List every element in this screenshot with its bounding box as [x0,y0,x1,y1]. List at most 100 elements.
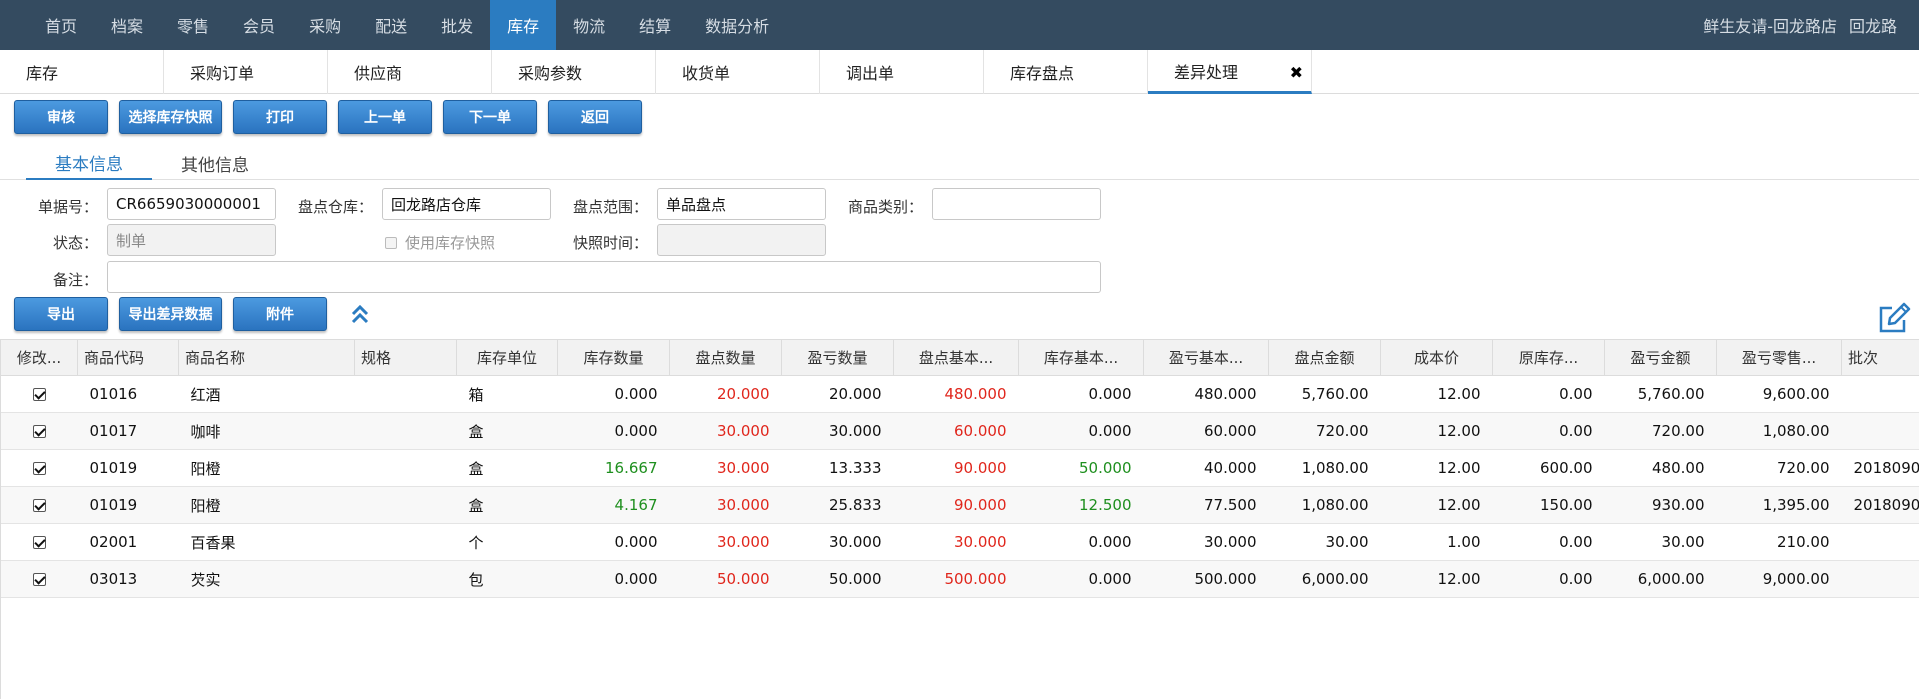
cell-diff-amt: 930.00 [1604,486,1717,524]
remark-field[interactable] [107,261,1101,293]
col-header-count-qty[interactable]: 盘点数量 [669,339,782,376]
store-name[interactable]: 回龙路 [1849,13,1897,37]
row-checkbox[interactable] [32,535,46,549]
nav-item-archive[interactable]: 档案 [94,0,160,50]
cell-count-base: 90.000 [893,486,1019,524]
table-row[interactable]: 01019 阳橙 盒 4.167 30.000 25.833 90.000 12.500 77.… [0,486,1919,524]
row-checkbox[interactable] [32,387,46,401]
tab-supplier[interactable]: 供应商 [328,50,492,94]
category-field[interactable] [932,188,1101,220]
col-header-diff-qty[interactable]: 盈亏数量 [781,339,894,376]
next-button[interactable]: 下一单 [443,100,537,134]
cell-name: 芡实 [178,560,355,598]
subtab-basic-info[interactable]: 基本信息 [26,146,152,180]
nav-item-wholesale[interactable]: 批发 [424,0,490,50]
remark-label: 备注： [52,271,98,289]
chevron-up-double-icon[interactable] [349,303,371,325]
tab-inventory[interactable]: 库存 [0,50,164,94]
table-row[interactable]: 01016 红酒箱 0.000 20.000 20.000 480.000 0.000 480… [0,375,1919,413]
nav-item-analytics[interactable]: 数据分析 [688,0,786,50]
nav-item-settlement[interactable]: 结算 [622,0,688,50]
cell-stock-base: 50.000 [1018,449,1144,487]
nav-item-retail[interactable]: 零售 [160,0,226,50]
col-header-diff-amt[interactable]: 盈亏金额 [1604,339,1717,376]
nav-item-purchase[interactable]: 采购 [292,0,358,50]
col-header-batch[interactable]: 批次 [1841,339,1919,376]
col-header-diff-base[interactable]: 盈亏基本... [1143,339,1269,376]
export-diff-button[interactable]: 导出差异数据 [119,297,222,331]
col-header-spec[interactable]: 规格 [354,339,457,376]
cell-stock-qty: 0.000 [557,375,670,413]
cell-batch [1841,560,1919,598]
col-header-stock-base[interactable]: 库存基本... [1018,339,1144,376]
close-icon[interactable]: ✖ [1290,63,1303,82]
row-checkbox[interactable] [32,572,46,586]
table-row[interactable]: 01017 咖啡盒 0.000 30.000 30.000 60.000 0.000 60.0… [0,412,1919,450]
nav-item-inventory[interactable]: 库存 [490,0,557,50]
cell-code: 02001 [77,523,179,561]
col-header-count-base[interactable]: 盘点基本... [893,339,1019,376]
tab-purchase-params[interactable]: 采购参数 [492,50,656,94]
cell-name: 百香果 [178,523,355,561]
col-header-diff-retail[interactable]: 盈亏零售... [1716,339,1842,376]
row-checkbox[interactable] [32,498,46,512]
col-header-cost[interactable]: 成本价 [1380,339,1493,376]
doc-no-field[interactable]: CR6659030000001 [107,188,276,220]
cell-stock-base: 12.500 [1018,486,1144,524]
col-header-code[interactable]: 商品代码 [77,339,179,376]
table-row[interactable]: 01019 阳橙 盒 16.667 30.000 13.333 90.000 50.000 40… [0,449,1919,487]
tab-receipt[interactable]: 收货单 [656,50,820,94]
cell-spec [354,560,457,598]
nav-item-home[interactable]: 首页 [28,0,94,50]
edit-icon[interactable] [1876,300,1912,336]
cell-stock-base: 0.000 [1018,412,1144,450]
user-name[interactable]: 鲜生友请-回龙路店 [1703,13,1837,37]
col-header-stock-qty[interactable]: 库存数量 [557,339,670,376]
subtab-other-info[interactable]: 其他信息 [152,146,278,180]
nav-item-logistics[interactable]: 物流 [556,0,622,50]
cell-diff-base: 30.000 [1143,523,1269,561]
cell-diff-retail: 210.00 [1716,523,1842,561]
tab-variance[interactable]: 差异处理 ✖ [1148,50,1312,94]
row-checkbox-cell [0,375,78,413]
nav-item-distribution[interactable]: 配送 [358,0,424,50]
approve-button[interactable]: 审核 [14,100,108,134]
col-header-orig-stock[interactable]: 原库存... [1492,339,1605,376]
col-header-unit[interactable]: 库存单位 [456,339,558,376]
cell-count-base: 30.000 [893,523,1019,561]
cell-count-amt: 5,760.00 [1268,375,1381,413]
row-checkbox[interactable] [32,461,46,475]
cell-count-qty: 30.000 [669,523,782,561]
tab-purchase-order[interactable]: 采购订单 [164,50,328,94]
select-snapshot-button[interactable]: 选择库存快照 [119,100,222,134]
cell-stock-qty: 0.000 [557,560,670,598]
tab-stocktake[interactable]: 库存盘点 [984,50,1148,94]
cell-count-qty: 50.000 [669,560,782,598]
col-header-modified[interactable]: 修改... [0,339,78,376]
top-nav: 首页 档案 零售 会员 采购 配送 批发 库存 物流 结算 数据分析 鲜生友请-… [0,0,1919,50]
table-row[interactable]: 03013 芡实包 0.000 50.000 50.000 500.000 0.000 500… [0,560,1919,598]
use-snapshot-checkbox[interactable]: 使用库存快照 [385,232,495,253]
range-field[interactable]: 单品盘点 [657,188,826,220]
row-checkbox[interactable] [32,424,46,438]
warehouse-field[interactable]: 回龙路店仓库 [382,188,551,220]
tab-transfer-out[interactable]: 调出单 [820,50,984,94]
export-button[interactable]: 导出 [14,297,108,331]
nav-item-member[interactable]: 会员 [226,0,292,50]
col-header-count-amt[interactable]: 盘点金额 [1268,339,1381,376]
print-button[interactable]: 打印 [233,100,327,134]
row-checkbox-cell [0,412,78,450]
attachment-button[interactable]: 附件 [233,297,327,331]
cell-count-amt: 1,080.00 [1268,449,1381,487]
checkbox-box[interactable] [385,236,397,249]
back-button[interactable]: 返回 [548,100,642,134]
table-row[interactable]: 02001 百香果个 0.000 30.000 30.000 30.000 0.000 30.… [0,523,1919,561]
cell-count-amt: 1,080.00 [1268,486,1381,524]
tab-label: 库存 [26,64,59,83]
cell-code: 03013 [77,560,179,598]
prev-button[interactable]: 上一单 [338,100,432,134]
cell-diff-retail: 1,395.00 [1716,486,1842,524]
cell-diff-retail: 1,080.00 [1716,412,1842,450]
col-header-name[interactable]: 商品名称 [178,339,355,376]
cell-orig-stock: 0.00 [1492,412,1605,450]
